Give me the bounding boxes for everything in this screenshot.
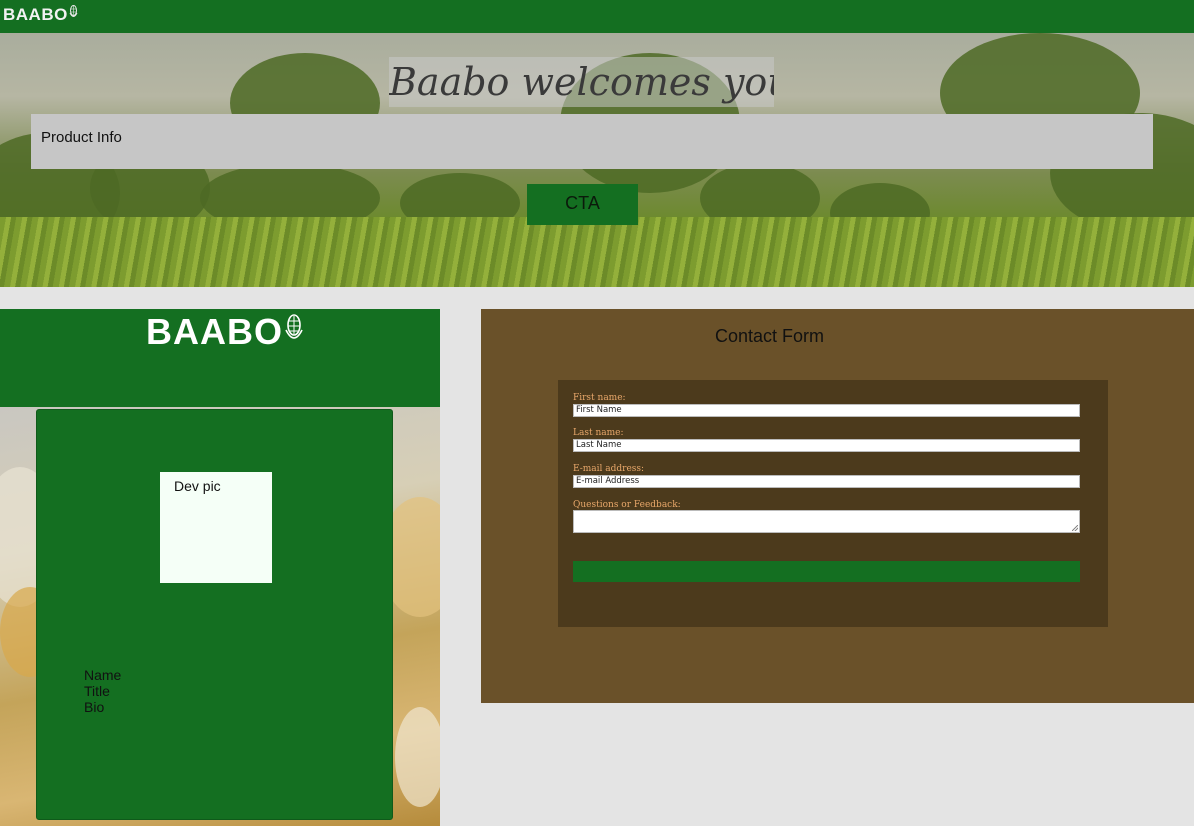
contact-panel: Contact Form First name: First Name Last… — [481, 309, 1194, 703]
cta-button[interactable]: CTA — [527, 184, 638, 225]
brand-logo-text: BAABO — [3, 4, 68, 24]
email-field[interactable]: E-mail Address — [573, 475, 1080, 488]
hero-banner: Baabo welcomes you... Product Info CTA — [0, 33, 1194, 287]
resize-handle-icon[interactable] — [1072, 525, 1078, 531]
team-logo-text: BAABO — [146, 311, 283, 352]
email-label: E-mail address: — [573, 464, 645, 474]
team-header: BAABO — [0, 309, 440, 407]
feedback-textarea[interactable] — [573, 510, 1080, 533]
first-name-field[interactable]: First Name — [573, 404, 1080, 417]
crop-field — [0, 217, 1194, 287]
developer-info: Name Title Bio — [84, 667, 121, 715]
developer-bio: Bio — [84, 699, 105, 715]
feedback-label: Questions or Feedback: — [573, 500, 681, 510]
corn-icon — [285, 311, 303, 353]
contact-form-heading: Contact Form — [715, 326, 825, 346]
last-name-field[interactable]: Last Name — [573, 439, 1080, 452]
submit-button[interactable] — [573, 561, 1080, 582]
last-name-label: Last name: — [573, 428, 624, 438]
developer-title: Title — [84, 683, 110, 699]
product-info-box: Product Info — [31, 114, 1153, 169]
team-logo: BAABO — [146, 311, 303, 353]
hero-title: Baabo welcomes you... — [389, 57, 774, 107]
corn-icon — [69, 4, 78, 25]
background-blob — [395, 707, 440, 807]
top-navbar: BAABO — [0, 0, 1194, 33]
developer-name: Name — [84, 667, 122, 683]
developer-picture: Dev pic — [160, 472, 272, 583]
dev-pic-label: Dev pic — [174, 478, 221, 494]
first-name-label: First name: — [573, 393, 626, 403]
developer-card: Dev pic Name Title Bio — [36, 409, 393, 820]
product-info-text: Product Info — [41, 129, 122, 146]
brand-logo[interactable]: BAABO — [3, 4, 78, 25]
contact-form: First name: First Name Last name: Last N… — [558, 380, 1108, 627]
